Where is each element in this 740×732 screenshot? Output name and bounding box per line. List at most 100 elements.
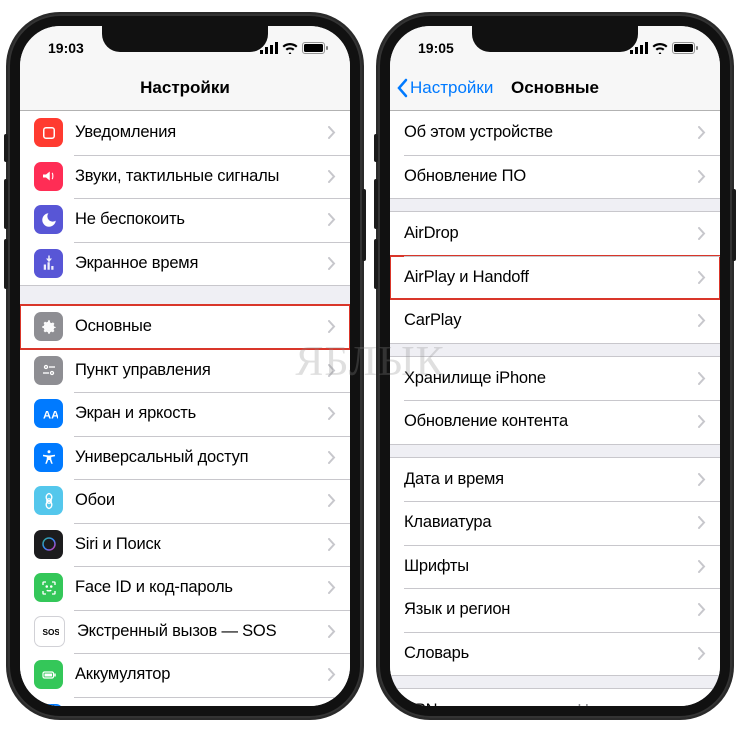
settings-row[interactable]: Экранное время xyxy=(20,242,350,286)
chevron-right-icon xyxy=(328,213,336,226)
row-label: Основные xyxy=(75,317,328,336)
chevron-right-icon xyxy=(328,170,336,183)
dnd-icon xyxy=(34,205,63,234)
siri-icon xyxy=(34,530,63,559)
chevron-right-icon xyxy=(328,668,336,681)
svg-text:AA: AA xyxy=(43,409,58,421)
back-button[interactable]: Настройки xyxy=(396,78,493,98)
row-label: Язык и регион xyxy=(404,600,698,619)
row-label: Экранное время xyxy=(75,254,328,273)
settings-row[interactable]: Словарь xyxy=(390,632,720,676)
chevron-right-icon xyxy=(698,560,706,573)
back-label: Настройки xyxy=(410,78,493,98)
settings-row[interactable]: VPNНе подключено xyxy=(390,689,720,706)
row-label: Пункт управления xyxy=(75,361,328,380)
settings-row[interactable]: Универсальный доступ xyxy=(20,436,350,480)
row-label: Обновление контента xyxy=(404,412,698,431)
chevron-right-icon xyxy=(328,257,336,270)
settings-row[interactable]: Дата и время xyxy=(390,458,720,502)
chevron-right-icon xyxy=(698,516,706,529)
settings-row[interactable]: Об этом устройстве xyxy=(390,111,720,155)
row-label: Экран и яркость xyxy=(75,404,328,423)
row-label: AirDrop xyxy=(404,224,698,243)
settings-row[interactable]: Хранилище iPhone xyxy=(390,357,720,401)
chevron-right-icon xyxy=(328,451,336,464)
row-label: CarPlay xyxy=(404,311,698,330)
general-icon xyxy=(34,312,63,341)
settings-row[interactable]: AirDrop xyxy=(390,212,720,256)
settings-row[interactable]: SOS Экстренный вызов — SOS xyxy=(20,610,350,654)
settings-row[interactable]: AirPlay и Handoff xyxy=(390,256,720,300)
chevron-right-icon xyxy=(698,126,706,139)
faceid-icon xyxy=(34,573,63,602)
settings-row[interactable]: Обои xyxy=(20,479,350,523)
row-label: Об этом устройстве xyxy=(404,123,698,142)
status-icons xyxy=(630,42,698,54)
settings-row[interactable]: Язык и регион xyxy=(390,588,720,632)
row-label: Siri и Поиск xyxy=(75,535,328,554)
chevron-right-icon xyxy=(698,271,706,284)
row-label: Универсальный доступ xyxy=(75,448,328,467)
row-label: Шрифты xyxy=(404,557,698,576)
chevron-right-icon xyxy=(698,415,706,428)
chevron-right-icon xyxy=(698,314,706,327)
row-detail: Не подключено xyxy=(577,702,692,706)
wifi-icon xyxy=(282,42,298,54)
settings-row[interactable]: Face ID и код-пароль xyxy=(20,566,350,610)
chevron-right-icon xyxy=(698,473,706,486)
battery-icon xyxy=(672,42,698,54)
row-label: Хранилище iPhone xyxy=(404,369,698,388)
settings-row[interactable]: Шрифты xyxy=(390,545,720,589)
notch xyxy=(472,26,638,52)
row-label: Не беспокоить xyxy=(75,210,328,229)
battery-icon xyxy=(302,42,328,54)
row-label: Звуки, тактильные сигналы xyxy=(75,167,328,186)
row-label: Клавиатура xyxy=(404,513,698,532)
settings-row[interactable]: AA Экран и яркость xyxy=(20,392,350,436)
chevron-right-icon xyxy=(698,372,706,385)
settings-row[interactable]: Обновление ПО xyxy=(390,155,720,199)
settings-row[interactable]: Уведомления xyxy=(20,111,350,155)
status-icons xyxy=(260,42,328,54)
row-label: Обновление ПО xyxy=(404,167,698,186)
notifications-icon xyxy=(34,118,63,147)
chevron-left-icon xyxy=(396,78,408,98)
chevron-right-icon xyxy=(328,320,336,333)
svg-text:SOS: SOS xyxy=(42,628,59,637)
chevron-right-icon xyxy=(698,170,706,183)
chevron-right-icon xyxy=(698,704,706,706)
chevron-right-icon xyxy=(328,494,336,507)
settings-row[interactable]: Клавиатура xyxy=(390,501,720,545)
chevron-right-icon xyxy=(698,603,706,616)
row-label: Экстренный вызов — SOS xyxy=(77,622,328,641)
battery-icon xyxy=(34,660,63,689)
chevron-right-icon xyxy=(328,126,336,139)
row-label: Аккумулятор xyxy=(75,665,328,684)
chevron-right-icon xyxy=(328,407,336,420)
sos-icon: SOS xyxy=(34,616,65,647)
settings-row[interactable]: Конфиденциальность xyxy=(20,697,350,707)
accessibility-icon xyxy=(34,443,63,472)
settings-row[interactable]: Обновление контента xyxy=(390,400,720,444)
chevron-right-icon xyxy=(328,581,336,594)
sounds-icon xyxy=(34,162,63,191)
chevron-right-icon xyxy=(328,538,336,551)
settings-row[interactable]: CarPlay xyxy=(390,299,720,343)
wallpaper-icon xyxy=(34,486,63,515)
chevron-right-icon xyxy=(698,227,706,240)
notch xyxy=(102,26,268,52)
row-label: AirPlay и Handoff xyxy=(404,268,698,287)
settings-row[interactable]: Не беспокоить xyxy=(20,198,350,242)
status-time: 19:05 xyxy=(418,40,454,56)
chevron-right-icon xyxy=(328,364,336,377)
settings-row[interactable]: Siri и Поиск xyxy=(20,523,350,567)
settings-row[interactable]: Основные xyxy=(20,305,350,349)
row-label: Словарь xyxy=(404,644,698,663)
settings-row[interactable]: Аккумулятор xyxy=(20,653,350,697)
settings-row[interactable]: Звуки, тактильные сигналы xyxy=(20,155,350,199)
settings-row[interactable]: Пункт управления xyxy=(20,349,350,393)
row-label: Дата и время xyxy=(404,470,698,489)
page-title: Настройки xyxy=(140,78,230,98)
page-title: Основные xyxy=(511,78,599,98)
wifi-icon xyxy=(652,42,668,54)
